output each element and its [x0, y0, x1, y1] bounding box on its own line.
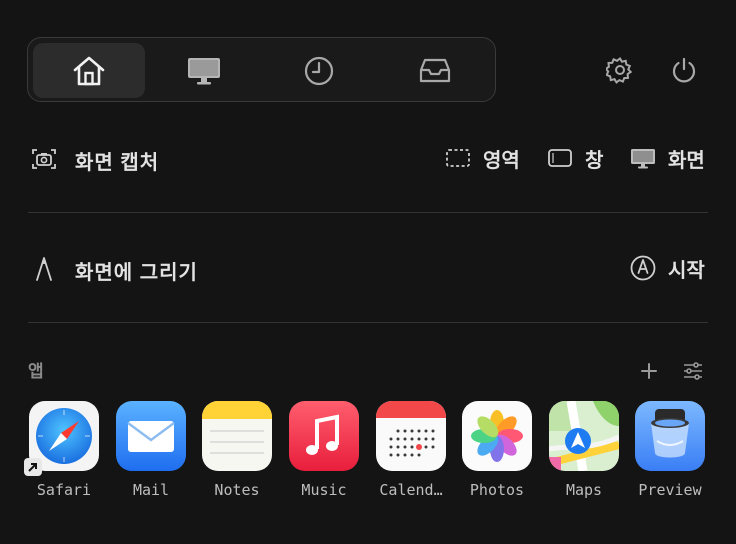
draw-on-screen-row: 화면에 그리기 시작	[28, 248, 708, 288]
app-music[interactable]: Music	[284, 401, 364, 501]
draw-start-button[interactable]: 시작	[630, 255, 705, 282]
window-icon	[548, 149, 572, 167]
app-name: Mail	[132, 481, 170, 499]
screen-monitor-icon	[631, 149, 655, 169]
add-app-button[interactable]	[636, 359, 662, 383]
power-icon	[672, 57, 696, 83]
tab-home[interactable]	[33, 43, 145, 98]
app-name: Notes	[214, 481, 260, 499]
capture-screen-label: 화면	[668, 149, 705, 172]
gear-icon	[606, 57, 633, 84]
pen-circle-icon	[630, 255, 656, 281]
capture-window-label: 창	[585, 149, 604, 172]
app-photos[interactable]: Photos	[457, 401, 537, 501]
tab-inbox[interactable]	[379, 43, 491, 98]
app-mail[interactable]: Mail	[111, 401, 191, 501]
capture-region-label: 영역	[483, 149, 520, 172]
app-maps[interactable]: Maps	[544, 401, 624, 501]
mail-icon	[116, 401, 186, 471]
app-name: Preview	[638, 481, 702, 499]
draw-on-screen-title: 화면에 그리기	[75, 262, 198, 284]
sliders-icon	[684, 362, 702, 380]
inbox-tray-icon	[419, 58, 451, 82]
app-calendar[interactable]: Calend…	[371, 401, 451, 501]
app-name: Maps	[565, 481, 603, 499]
app-settings-button[interactable]	[680, 359, 706, 383]
compass-drawing-icon	[31, 256, 57, 282]
divider	[28, 322, 708, 323]
capture-window-button[interactable]: 창	[547, 146, 604, 172]
app-name: Photos	[469, 481, 525, 499]
app-name: Calend…	[379, 481, 443, 499]
camera-icon	[31, 146, 57, 172]
mode-tab-bar	[27, 37, 496, 102]
screen-capture-row: 화면 캡처 영역 창 화면	[28, 138, 708, 178]
app-preview[interactable]: Preview	[630, 401, 710, 501]
app-name: Music	[301, 481, 347, 499]
alias-arrow-icon	[24, 458, 42, 476]
app-notes[interactable]: Notes	[197, 401, 277, 501]
maps-icon	[549, 401, 619, 471]
tab-display[interactable]	[148, 43, 260, 98]
music-icon	[289, 401, 359, 471]
app-name: Safari	[36, 481, 92, 499]
settings-button[interactable]	[604, 54, 636, 86]
notes-icon	[202, 401, 272, 471]
apps-section-label: 앱	[28, 362, 44, 381]
photos-icon	[462, 401, 532, 471]
plus-icon	[641, 363, 657, 379]
monitor-icon	[188, 57, 220, 84]
power-button[interactable]	[668, 54, 700, 86]
clock-icon	[304, 56, 334, 85]
divider	[28, 212, 708, 213]
preview-icon	[635, 401, 705, 471]
region-dashed-icon	[446, 149, 470, 167]
home-icon	[73, 56, 105, 85]
draw-start-label: 시작	[668, 259, 705, 282]
tab-history[interactable]	[263, 43, 375, 98]
capture-screen-button[interactable]: 화면	[630, 146, 705, 172]
capture-region-button[interactable]: 영역	[445, 146, 520, 172]
screen-capture-title: 화면 캡처	[75, 152, 160, 174]
app-safari[interactable]: Safari	[24, 401, 104, 501]
calendar-icon	[376, 401, 446, 471]
